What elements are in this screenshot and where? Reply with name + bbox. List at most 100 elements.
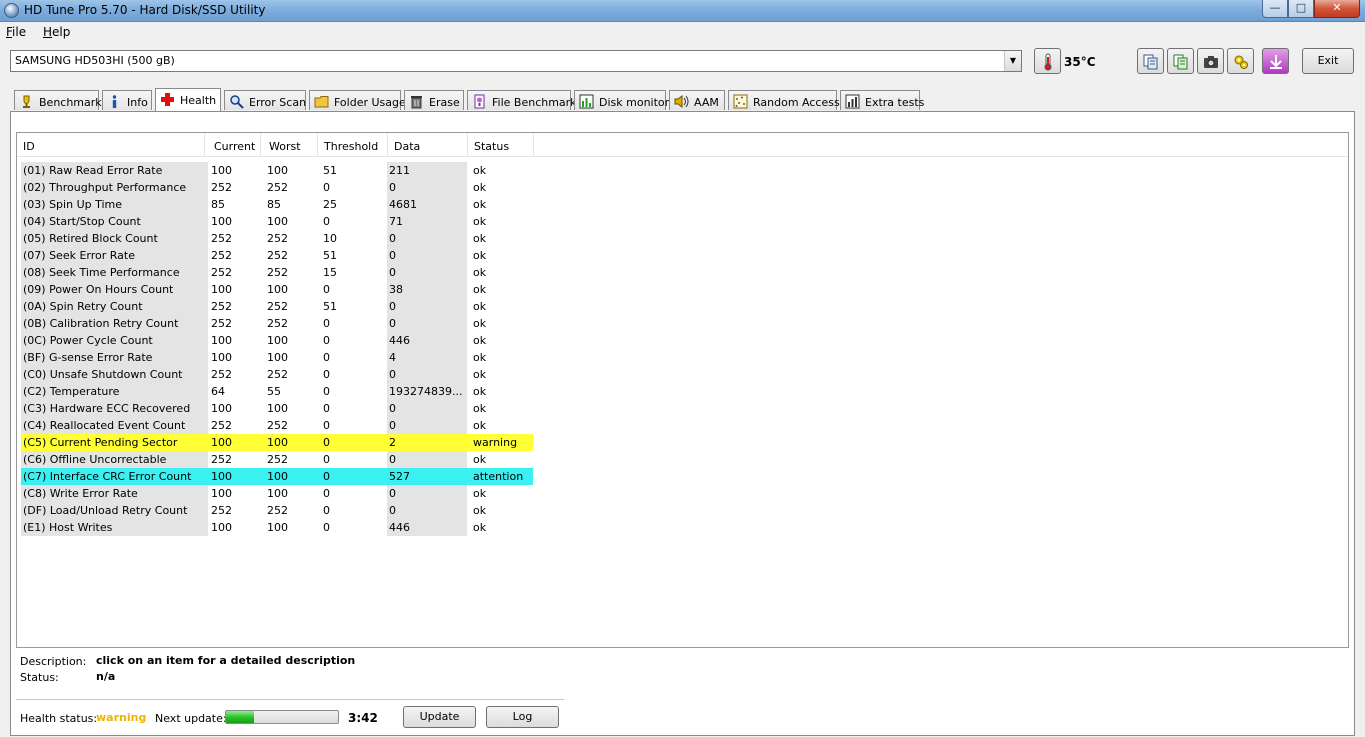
table-row[interactable]: (08) Seek Time Performance 252 252 15 0 ok (21, 264, 533, 281)
menu-file-label: ile (12, 25, 27, 39)
cell-threshold: 0 (323, 385, 330, 398)
tab-extra-tests[interactable]: Extra tests (840, 90, 924, 110)
cell-id: (0C) Power Cycle Count (21, 332, 208, 349)
menu-help-accel: H (43, 25, 53, 39)
menu-help[interactable]: Help (43, 25, 70, 39)
close-button[interactable]: ✕ (1314, 0, 1360, 18)
tab-disk-monitor[interactable]: Disk monitor (574, 90, 669, 110)
exit-button[interactable]: Exit (1302, 48, 1354, 74)
table-row[interactable]: (02) Throughput Performance 252 252 0 0 ok (21, 179, 533, 196)
cell-id: (02) Throughput Performance (21, 179, 208, 196)
tab-erase[interactable]: Erase (404, 90, 464, 110)
table-row[interactable]: (C5) Current Pending Sector 100 100 0 2 warni… (21, 434, 533, 451)
cell-current: 100 (211, 470, 232, 483)
cell-threshold: 0 (323, 334, 330, 347)
cell-status: attention (473, 470, 524, 483)
camera-icon (1204, 56, 1218, 68)
table-row[interactable]: (0B) Calibration Retry Count 252 252 0 0 ok (21, 315, 533, 332)
tab-info[interactable]: Info (102, 90, 152, 110)
chevron-down-icon[interactable]: ▼ (1004, 51, 1021, 71)
cell-status: ok (473, 453, 487, 466)
tab-benchmark-label: Benchmark (39, 96, 102, 109)
copy-all-button[interactable] (1167, 48, 1194, 74)
table-row[interactable]: (C6) Offline Uncorrectable 252 252 0 0 ok (21, 451, 533, 468)
cell-worst: 252 (267, 181, 288, 194)
tab-folder-usage[interactable]: Folder Usage (309, 90, 406, 110)
save-button[interactable] (1262, 48, 1289, 74)
table-row[interactable]: (C0) Unsafe Shutdown Count 252 252 0 0 ok (21, 366, 533, 383)
screenshot-button[interactable] (1197, 48, 1224, 74)
table-row[interactable]: (C2) Temperature 64 55 0 193274839... ok (21, 383, 533, 400)
cell-id: (09) Power On Hours Count (21, 281, 208, 298)
cell-threshold: 10 (323, 232, 337, 245)
cell-data: 2 (387, 434, 467, 451)
table-row[interactable]: (04) Start/Stop Count 100 100 0 71 ok (21, 213, 533, 230)
table-row[interactable]: (07) Seek Error Rate 252 252 51 0 ok (21, 247, 533, 264)
table-header: ID Current Worst Threshold Data Status (17, 133, 1348, 157)
table-row[interactable]: (0C) Power Cycle Count 100 100 0 446 ok (21, 332, 533, 349)
copy-button[interactable] (1137, 48, 1164, 74)
folder-icon (314, 96, 329, 108)
table-row[interactable]: (01) Raw Read Error Rate 100 100 51 211 ok (21, 162, 533, 179)
tab-info-label: Info (127, 96, 148, 109)
col-header-data[interactable]: Data (388, 133, 468, 157)
drive-select-value: SAMSUNG HD503HI (500 gB) (15, 54, 175, 67)
menu-bar: File Help (0, 22, 1365, 42)
col-header-worst[interactable]: Worst (263, 133, 318, 157)
cell-threshold: 0 (323, 436, 330, 449)
cell-status: ok (473, 164, 487, 177)
cell-status: ok (473, 249, 487, 262)
cell-threshold: 0 (323, 419, 330, 432)
cell-status: ok (473, 181, 487, 194)
tab-error-scan[interactable]: Error Scan (224, 90, 306, 110)
cell-data: 193274839... (387, 383, 467, 400)
maximize-button[interactable]: □ (1288, 0, 1314, 18)
cell-data: 0 (387, 247, 467, 264)
cell-current: 85 (211, 198, 225, 211)
tab-benchmark[interactable]: Benchmark (14, 90, 102, 110)
table-row[interactable]: (03) Spin Up Time 85 85 25 4681 ok (21, 196, 533, 213)
table-row[interactable]: (05) Retired Block Count 252 252 10 0 ok (21, 230, 533, 247)
cell-id: (C5) Current Pending Sector (21, 434, 208, 451)
tab-aam[interactable]: AAM (669, 90, 725, 110)
col-header-status[interactable]: Status (468, 133, 534, 157)
tab-file-benchmark[interactable]: File Benchmark (467, 90, 577, 110)
cell-worst: 85 (267, 198, 281, 211)
cell-threshold: 0 (323, 504, 330, 517)
table-row[interactable]: (E1) Host Writes 100 100 0 446 ok (21, 519, 533, 536)
next-update-label: Next update: (155, 712, 227, 725)
cell-current: 252 (211, 249, 232, 262)
log-button[interactable]: Log (486, 706, 559, 728)
cell-current: 100 (211, 334, 232, 347)
col-header-id[interactable]: ID (17, 133, 205, 157)
cell-id: (BF) G-sense Error Rate (21, 349, 208, 366)
cell-threshold: 0 (323, 402, 330, 415)
tab-random-access[interactable]: Random Access (728, 90, 840, 110)
cell-worst: 100 (267, 487, 288, 500)
tab-health[interactable]: Health (155, 88, 221, 111)
col-header-threshold[interactable]: Threshold (318, 133, 388, 157)
minimize-button[interactable]: — (1262, 0, 1288, 18)
table-row[interactable]: (BF) G-sense Error Rate 100 100 0 4 ok (21, 349, 533, 366)
options-button[interactable] (1227, 48, 1254, 74)
table-row[interactable]: (09) Power On Hours Count 100 100 0 38 ok (21, 281, 533, 298)
table-row[interactable]: (0A) Spin Retry Count 252 252 51 0 ok (21, 298, 533, 315)
temperature-button[interactable] (1034, 48, 1061, 74)
drive-select[interactable]: SAMSUNG HD503HI (500 gB) ▼ (10, 50, 1022, 72)
window-title: HD Tune Pro 5.70 - Hard Disk/SSD Utility (24, 3, 266, 17)
col-header-current[interactable]: Current (208, 133, 261, 157)
table-row[interactable]: (C4) Reallocated Event Count 252 252 0 0 ok (21, 417, 533, 434)
menu-file[interactable]: File (6, 25, 26, 39)
status-value: n/a (96, 670, 116, 683)
table-row[interactable]: (C3) Hardware ECC Recovered 100 100 0 0 ok (21, 400, 533, 417)
cell-threshold: 0 (323, 317, 330, 330)
cell-data: 0 (387, 502, 467, 519)
disk-monitor-icon (579, 94, 594, 109)
table-row[interactable]: (C7) Interface CRC Error Count 100 100 0 527… (21, 468, 533, 485)
tab-random-access-label: Random Access (753, 96, 840, 109)
update-button[interactable]: Update (403, 706, 476, 728)
table-row[interactable]: (C8) Write Error Rate 100 100 0 0 ok (21, 485, 533, 502)
smart-attributes-table[interactable]: ID Current Worst Threshold Data Status (… (16, 132, 1349, 648)
table-row[interactable]: (DF) Load/Unload Retry Count 252 252 0 0 ok (21, 502, 533, 519)
cell-current: 100 (211, 215, 232, 228)
